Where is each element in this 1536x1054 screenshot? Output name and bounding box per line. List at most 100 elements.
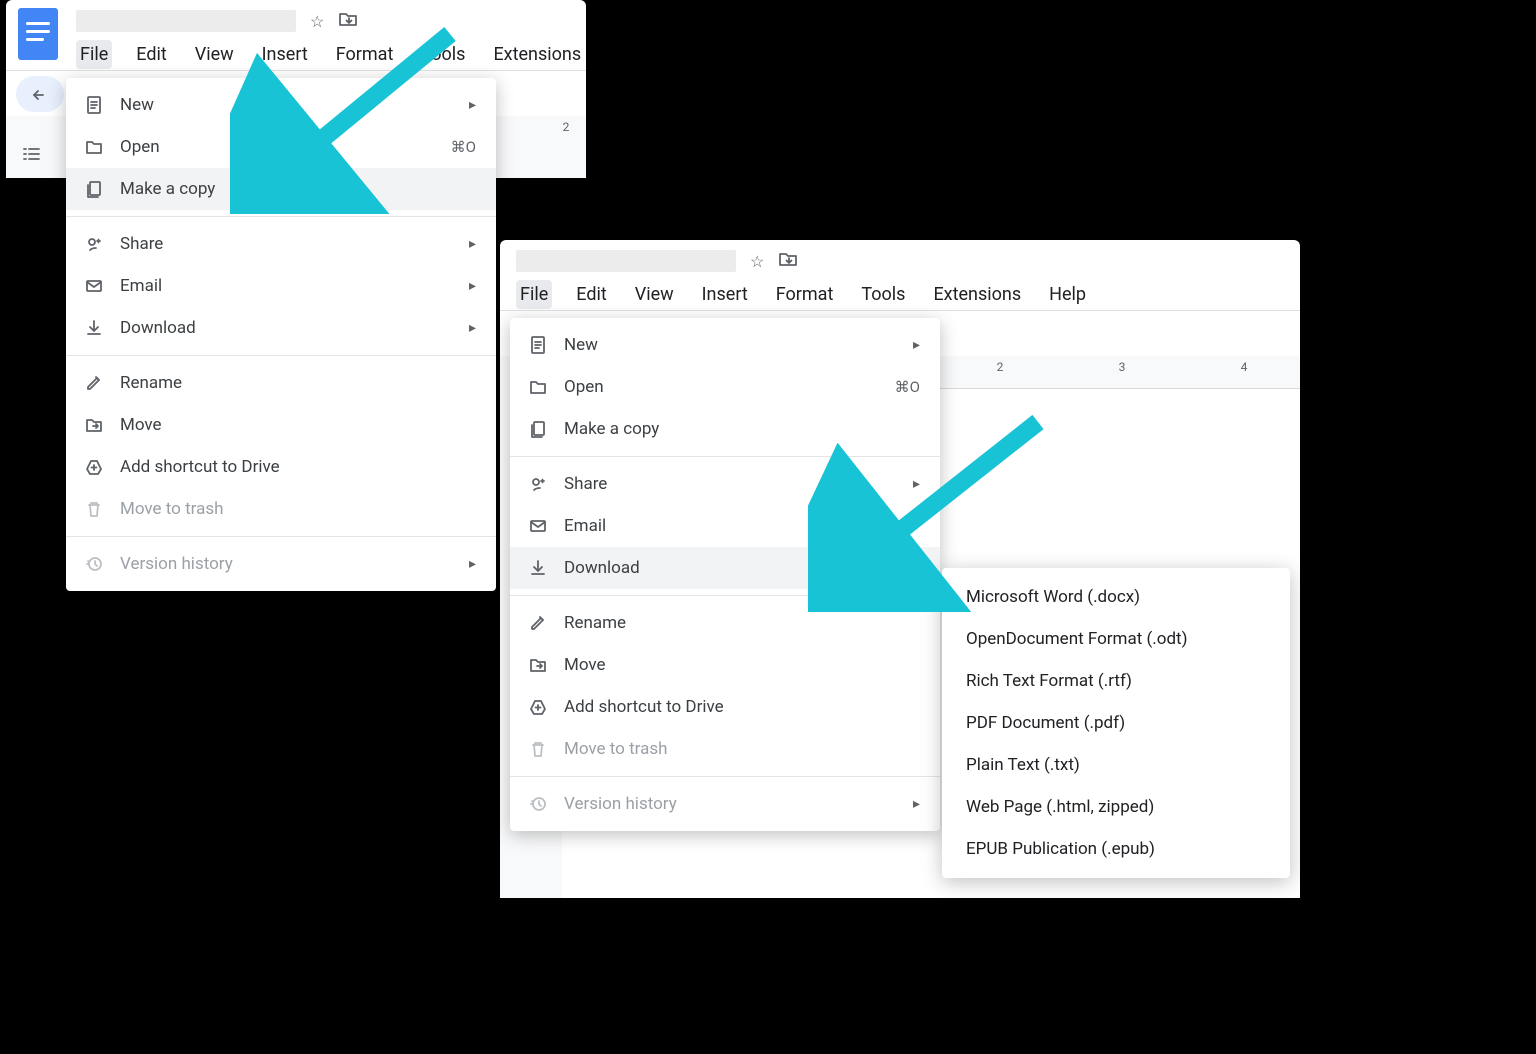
move-to-folder-icon[interactable] (778, 250, 798, 272)
menu-help[interactable]: Help (1045, 280, 1090, 309)
menu-item-make-a-copy[interactable]: Make a copy (510, 408, 940, 450)
menu-item-label: Move (120, 415, 476, 435)
submenu-arrow-icon: ▸ (469, 236, 476, 252)
menu-item-label: Add shortcut to Drive (564, 697, 920, 717)
download-icon (84, 318, 104, 338)
menu-item-label: Open (564, 377, 879, 397)
download-option-microsoft-word-docx[interactable]: Microsoft Word (.docx) (942, 576, 1290, 618)
menu-edit[interactable]: Edit (132, 40, 170, 69)
menu-item-label: Version history (120, 554, 453, 574)
history-icon (84, 554, 104, 574)
menu-item-share[interactable]: Share ▸ (66, 223, 496, 265)
menu-separator (66, 355, 496, 356)
download-option-rich-text-format-rtf[interactable]: Rich Text Format (.rtf) (942, 660, 1290, 702)
ruler-tick: 2 (997, 360, 1004, 374)
menu-item-label: Share (564, 474, 897, 494)
menu-item-download[interactable]: Download ▸ (66, 307, 496, 349)
folder-icon (528, 377, 548, 397)
download-option-pdf-document-pdf[interactable]: PDF Document (.pdf) (942, 702, 1290, 744)
move-to-folder-icon[interactable] (338, 10, 358, 32)
page-icon (84, 95, 104, 115)
menu-item-share[interactable]: Share▸ (510, 463, 940, 505)
menu-file[interactable]: File (76, 40, 112, 69)
star-icon[interactable]: ☆ (310, 12, 324, 31)
ruler-tick: 3 (1119, 360, 1126, 374)
move-icon (528, 655, 548, 675)
menu-item-label: Rename (564, 613, 920, 633)
menu-extensions[interactable]: Extensions (489, 40, 585, 69)
mail-icon (84, 276, 104, 296)
menu-view[interactable]: View (191, 40, 238, 69)
menu-item-download[interactable]: Download▸ (510, 547, 940, 589)
file-menu: New▸Open⌘OMake a copyShare▸Email▸Downloa… (66, 78, 496, 591)
menu-item-rename[interactable]: Rename (510, 602, 940, 644)
menu-view[interactable]: View (631, 280, 678, 309)
menu-edit[interactable]: Edit (572, 280, 610, 309)
menu-item-label: Move to trash (564, 739, 920, 759)
menu-item-version-history: Version history ▸ (66, 543, 496, 585)
menu-item-move[interactable]: Move (66, 404, 496, 446)
menu-item-new[interactable]: New▸ (66, 84, 496, 126)
submenu-arrow-icon: ▸ (469, 556, 476, 572)
menu-separator (510, 776, 940, 777)
page-icon (528, 335, 548, 355)
menu-item-open[interactable]: Open ⌘O (510, 366, 940, 408)
menu-tools[interactable]: Tools (417, 40, 469, 69)
download-option-epub-publication-epub[interactable]: EPUB Publication (.epub) (942, 828, 1290, 870)
menu-item-make-a-copy[interactable]: Make a copy (66, 168, 496, 210)
menu-format[interactable]: Format (772, 280, 838, 309)
driveadd-icon (84, 457, 104, 477)
menu-item-shortcut: ⌘O (895, 378, 920, 396)
header: ☆ File Edit View Insert Format Tools Extension… (6, 0, 586, 70)
history-icon (528, 794, 548, 814)
menu-insert[interactable]: Insert (698, 280, 752, 309)
menu-tools[interactable]: Tools (857, 280, 909, 309)
menu-item-label: Share (120, 234, 453, 254)
menu-item-add-shortcut-to-drive[interactable]: Add shortcut to Drive (66, 446, 496, 488)
menu-item-label: Email (120, 276, 453, 296)
menu-item-label: New (564, 335, 897, 355)
download-option-opendocument-format-odt[interactable]: OpenDocument Format (.odt) (942, 618, 1290, 660)
download-icon (528, 558, 548, 578)
ruler-tick: 2 (563, 120, 570, 134)
docs-logo-icon (18, 8, 58, 60)
menu-item-open[interactable]: Open⌘O (66, 126, 496, 168)
menu-separator (66, 536, 496, 537)
submenu-arrow-icon: ▸ (913, 518, 920, 534)
menu-item-shortcut: ⌘O (451, 138, 476, 156)
share-icon (84, 234, 104, 254)
menu-item-label: Add shortcut to Drive (120, 457, 476, 477)
doc-title-placeholder[interactable] (516, 250, 736, 272)
submenu-arrow-icon: ▸ (913, 337, 920, 353)
download-option-plain-text-txt[interactable]: Plain Text (.txt) (942, 744, 1290, 786)
download-option-web-page-html-zipped[interactable]: Web Page (.html, zipped) (942, 786, 1290, 828)
menu-item-new[interactable]: New ▸ (510, 324, 940, 366)
submenu-arrow-icon: ▸ (469, 320, 476, 336)
menu-item-label: Download (120, 318, 453, 338)
menu-file[interactable]: File (516, 280, 552, 309)
menu-bar: File Edit View Insert Format Tools Extensions H… (516, 280, 1288, 309)
menu-item-move-to-trash: Move to trash (510, 728, 940, 770)
menu-extensions[interactable]: Extensions (929, 280, 1025, 309)
menu-item-rename[interactable]: Rename (66, 362, 496, 404)
panel-download: ☆ File Edit View Insert Format Tools Extension… (500, 240, 1300, 898)
menu-item-add-shortcut-to-drive[interactable]: Add shortcut to Drive (510, 686, 940, 728)
menu-item-move[interactable]: Move (510, 644, 940, 686)
doc-title-placeholder[interactable] (76, 10, 296, 32)
menu-item-label: New (120, 95, 453, 115)
ruler-tick: 4 (1241, 360, 1248, 374)
download-submenu: Microsoft Word (.docx)OpenDocument Forma… (942, 568, 1290, 878)
undo-button[interactable] (16, 76, 64, 112)
panel-make-a-copy: ☆ File Edit View Insert Format Tools Extension… (6, 0, 586, 178)
star-icon[interactable]: ☆ (750, 252, 764, 271)
menu-item-email[interactable]: Email ▸ (510, 505, 940, 547)
file-menu: New▸Open⌘OMake a copyShare▸Email▸Downloa… (510, 318, 940, 831)
menu-format[interactable]: Format (332, 40, 398, 69)
outline-icon[interactable] (20, 144, 42, 168)
menu-item-label: Email (564, 516, 897, 536)
menu-item-move-to-trash: Move to trash (66, 488, 496, 530)
folder-icon (84, 137, 104, 157)
menu-item-email[interactable]: Email▸ (66, 265, 496, 307)
menu-insert[interactable]: Insert (258, 40, 312, 69)
submenu-arrow-icon: ▸ (913, 560, 920, 576)
